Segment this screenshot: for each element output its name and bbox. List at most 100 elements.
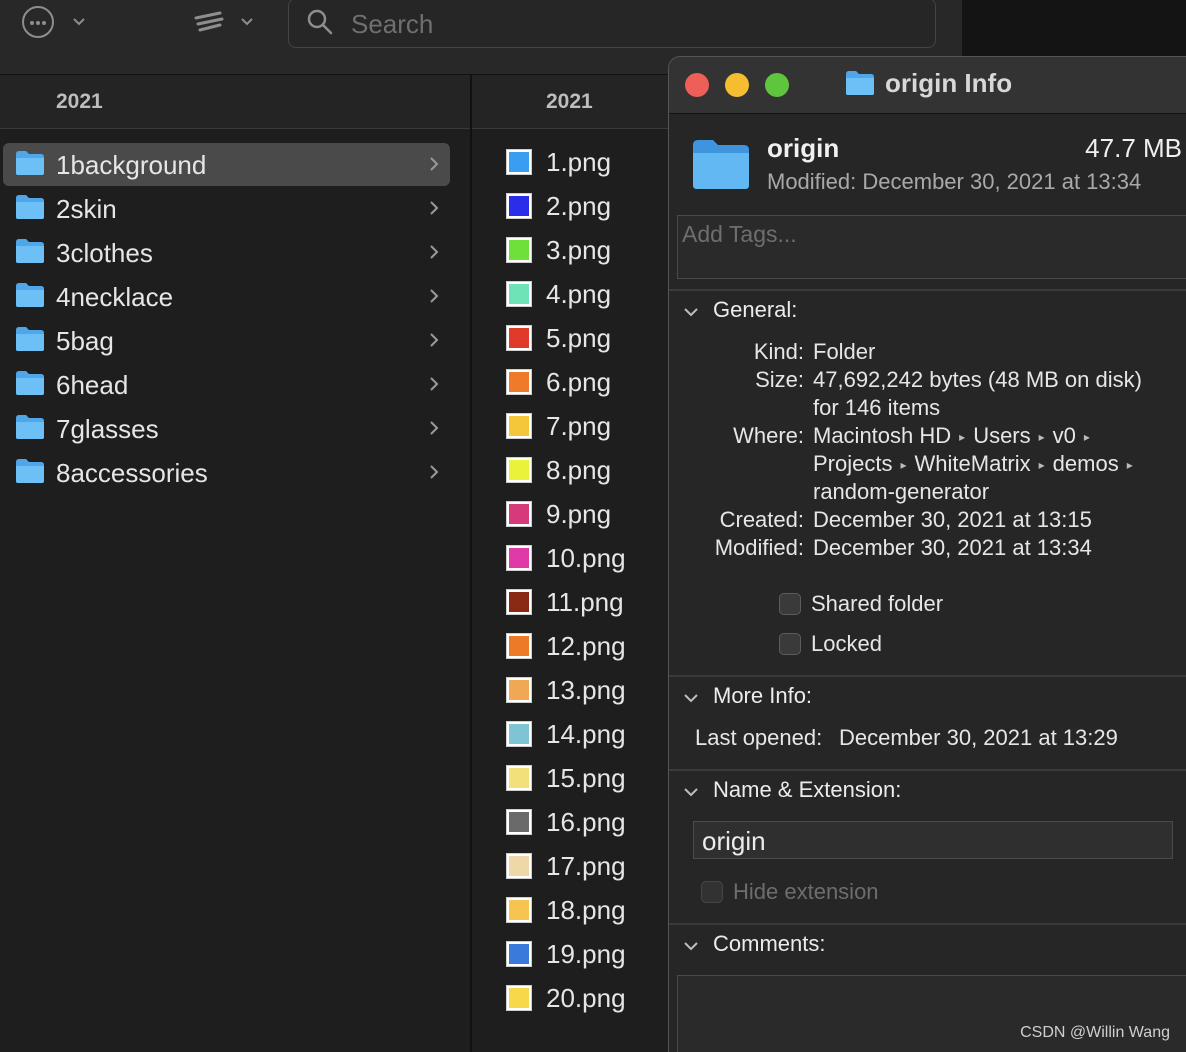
modified-label: Modified:	[714, 535, 804, 560]
chevron-down-icon[interactable]	[240, 15, 254, 29]
image-thumbnail-icon	[506, 457, 532, 483]
folder-row[interactable]: 6head	[3, 363, 450, 406]
image-thumbnail-icon	[506, 589, 532, 615]
file-name: 7.png	[546, 411, 612, 441]
path-segment: random-generator	[813, 479, 990, 504]
folder-icon	[16, 195, 44, 219]
file-row[interactable]: 7.png	[506, 407, 686, 447]
minimize-button[interactable]	[725, 73, 749, 97]
file-row[interactable]: 3.png	[506, 231, 686, 271]
image-thumbnail-icon	[506, 941, 532, 967]
hide-extension-checkbox[interactable]	[701, 881, 723, 903]
path-segment: WhiteMatrix	[914, 451, 1031, 476]
file-row[interactable]: 10.png	[506, 539, 686, 579]
path-line: random-generator	[813, 479, 989, 505]
image-thumbnail-icon	[506, 501, 532, 527]
file-row[interactable]: 15.png	[506, 759, 686, 799]
folder-icon	[693, 140, 749, 189]
tags-input[interactable]	[680, 218, 1124, 250]
file-row[interactable]: 4.png	[506, 275, 686, 315]
folder-row[interactable]: 8accessories	[3, 451, 450, 494]
file-row[interactable]: 14.png	[506, 715, 686, 755]
title-bar[interactable]: origin Info	[669, 57, 1186, 114]
folder-name: 5bag	[56, 326, 114, 356]
folder-name: 4necklace	[56, 282, 174, 312]
search-icon	[307, 9, 333, 35]
image-thumbnail-icon	[506, 369, 532, 395]
folder-row[interactable]: 5bag	[3, 319, 450, 362]
last-opened-label: Last opened:	[695, 725, 823, 750]
file-row[interactable]: 13.png	[506, 671, 686, 711]
column-header-label: 2021	[546, 90, 593, 113]
image-thumbnail-icon	[506, 325, 532, 351]
folder-row[interactable]: 2skin	[3, 187, 450, 230]
image-thumbnail-icon	[506, 237, 532, 263]
image-thumbnail-icon	[506, 281, 532, 307]
zoom-button[interactable]	[765, 73, 789, 97]
tag-icon[interactable]	[192, 10, 232, 36]
chevron-down-icon[interactable]	[683, 938, 699, 954]
file-row[interactable]: 2.png	[506, 187, 686, 227]
file-name: 11.png	[546, 587, 624, 617]
search-field[interactable]	[288, 0, 936, 48]
divider	[669, 769, 1186, 771]
name-input[interactable]	[700, 825, 1164, 857]
search-input[interactable]	[349, 7, 913, 41]
chevron-down-icon[interactable]	[72, 15, 86, 29]
file-row[interactable]: 18.png	[506, 891, 686, 931]
image-thumbnail-icon	[506, 633, 532, 659]
image-thumbnail-icon	[506, 809, 532, 835]
chevron-right-icon	[430, 289, 439, 303]
file-row[interactable]: 20.png	[506, 979, 686, 1019]
file-row[interactable]: 9.png	[506, 495, 686, 535]
shared-folder-checkbox[interactable]	[779, 593, 801, 615]
path-segment: demos	[1052, 451, 1119, 476]
folder-icon	[16, 283, 44, 307]
modified-value: December 30, 2021 at 13:34	[813, 535, 1092, 560]
folder-icon	[16, 239, 44, 263]
folder-row[interactable]: 7glasses	[3, 407, 450, 450]
image-thumbnail-icon	[506, 545, 532, 571]
folder-row[interactable]: 1background	[3, 143, 450, 186]
file-row[interactable]: 6.png	[506, 363, 686, 403]
chevron-right-icon	[430, 245, 439, 259]
folder-row[interactable]: 3clothes	[3, 231, 450, 274]
shared-folder-label: Shared folder	[811, 591, 944, 616]
file-name: 3.png	[546, 235, 612, 265]
locked-checkbox[interactable]	[779, 633, 801, 655]
chevron-down-icon[interactable]	[683, 304, 699, 320]
folder-icon	[16, 151, 44, 175]
file-name: 5.png	[546, 323, 612, 353]
chevron-down-icon[interactable]	[683, 784, 699, 800]
hide-extension-label: Hide extension	[733, 879, 879, 904]
kind-value: Folder	[813, 339, 876, 364]
file-row[interactable]: 1.png	[506, 143, 686, 183]
file-name: 18.png	[546, 895, 626, 925]
folder-name: 2skin	[56, 194, 117, 224]
file-name: 15.png	[546, 763, 626, 793]
folder-icon	[16, 327, 44, 351]
chevron-down-icon[interactable]	[683, 690, 699, 706]
file-row[interactable]: 19.png	[506, 935, 686, 975]
column-header: 2021	[0, 75, 470, 129]
tags-field[interactable]	[677, 215, 1186, 279]
file-name: 20.png	[546, 983, 626, 1013]
locked-label: Locked	[811, 631, 882, 656]
folder-name: 6head	[56, 370, 129, 400]
file-name: 12.png	[546, 631, 626, 661]
file-row[interactable]: 16.png	[506, 803, 686, 843]
file-row[interactable]: 5.png	[506, 319, 686, 359]
chevron-right-icon	[430, 157, 439, 171]
close-button[interactable]	[685, 73, 709, 97]
more-actions-icon[interactable]	[22, 6, 54, 38]
file-row[interactable]: 11.png	[506, 583, 686, 623]
file-row[interactable]: 17.png	[506, 847, 686, 887]
folder-row[interactable]: 4necklace	[3, 275, 450, 318]
path-line: Projects ▸ WhiteMatrix ▸ demos ▸	[813, 451, 1133, 476]
name-field[interactable]	[693, 821, 1173, 859]
size-items: for 146 items	[813, 395, 941, 420]
item-name: origin	[767, 133, 840, 163]
file-row[interactable]: 12.png	[506, 627, 686, 667]
file-row[interactable]: 8.png	[506, 451, 686, 491]
file-name: 9.png	[546, 499, 612, 529]
